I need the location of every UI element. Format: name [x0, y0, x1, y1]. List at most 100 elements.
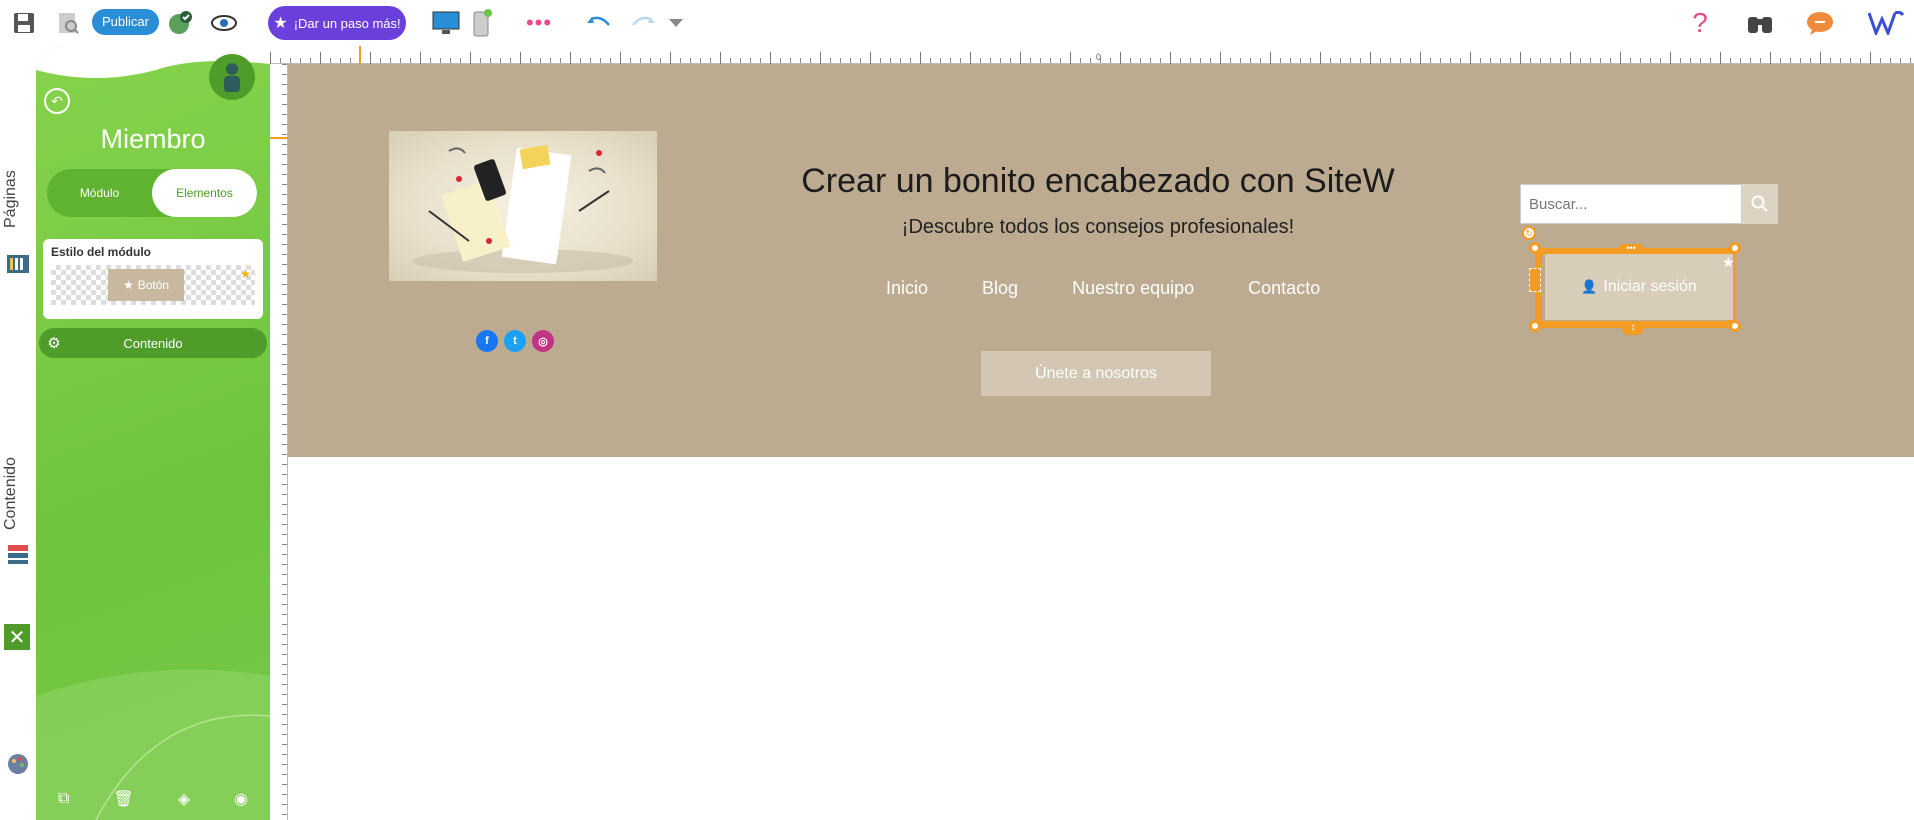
- ruler-tick: [1020, 52, 1021, 64]
- ruler-tick: [1320, 52, 1321, 64]
- ruler-tick: [1270, 52, 1271, 64]
- tab-elements[interactable]: Elementos: [152, 169, 257, 217]
- tab-content[interactable]: Contenido: [2, 457, 20, 530]
- member-module-panel: ↶ Miembro Módulo Elementos Estilo del mó…: [36, 46, 270, 820]
- ruler-tick: [1670, 52, 1671, 64]
- resize-handle-br[interactable]: [1729, 320, 1741, 332]
- tab-module[interactable]: Módulo: [47, 169, 152, 217]
- style-preview-button: ★ Botón: [108, 269, 184, 301]
- ruler-tick: [670, 52, 671, 64]
- nav-item-blog[interactable]: Blog: [982, 278, 1018, 299]
- join-us-button[interactable]: Únete a nosotros: [981, 351, 1211, 396]
- help-icon[interactable]: ?: [1686, 7, 1714, 38]
- ruler-tick: [470, 52, 471, 64]
- resize-handle-bl[interactable]: [1529, 320, 1541, 332]
- upgrade-label: ¡Dar un paso más!: [293, 15, 401, 31]
- tab-pages[interactable]: Páginas: [2, 170, 20, 228]
- favorite-star-icon[interactable]: ★: [240, 267, 251, 281]
- desktop-view-icon[interactable]: [432, 9, 460, 37]
- ruler-tick: [970, 52, 971, 64]
- star-icon: ★: [273, 15, 288, 32]
- duplicate-icon[interactable]: ⧉: [58, 790, 69, 808]
- redo-icon[interactable]: [630, 9, 658, 37]
- hero-title[interactable]: Crear un bonito encabezado con SiteW: [748, 162, 1448, 201]
- star-icon: ★: [122, 278, 134, 292]
- content-settings-row[interactable]: ⚙ Contenido: [39, 328, 267, 358]
- more-icon[interactable]: •••: [522, 9, 556, 37]
- module-style-card[interactable]: Estilo del módulo ★ Botón ★: [43, 239, 263, 319]
- ruler-tick: [920, 52, 921, 64]
- preview-page-icon[interactable]: [54, 9, 82, 37]
- close-panel-icon[interactable]: ✕: [4, 624, 30, 650]
- ruler-marker: [359, 46, 361, 64]
- gear-icon: ⚙: [47, 335, 61, 352]
- resize-handle-tr[interactable]: [1729, 242, 1741, 254]
- ruler-zero-label: 0: [1096, 52, 1102, 62]
- ruler-tick: [820, 52, 821, 64]
- panel-footer: ⧉ 🗑 ◈ ◉: [36, 778, 270, 820]
- move-handle-icon[interactable]: [1529, 268, 1541, 292]
- nav-item-nuestro-equipo[interactable]: Nuestro equipo: [1072, 278, 1194, 299]
- page-canvas[interactable]: Crear un bonito encabezado con SiteW ¡De…: [288, 64, 1914, 820]
- panel-segment-control: Módulo Elementos: [47, 169, 257, 217]
- save-icon[interactable]: [10, 9, 38, 37]
- favorite-handle-icon[interactable]: ★: [1722, 254, 1735, 271]
- mobile-view-icon[interactable]: [468, 9, 496, 37]
- publish-button[interactable]: Publicar: [92, 9, 159, 35]
- top-toolbar: Publicar ★ ¡Dar un paso más! ••• ?: [0, 0, 1914, 46]
- content-icon[interactable]: [6, 542, 30, 566]
- ruler-tick: [520, 52, 521, 64]
- vertical-ruler-marker: [270, 137, 288, 139]
- search-input[interactable]: Buscar...: [1520, 184, 1742, 224]
- instagram-icon[interactable]: ◎: [532, 330, 554, 352]
- resize-handle-tl[interactable]: [1529, 242, 1541, 254]
- layers-icon[interactable]: ◈: [178, 789, 190, 809]
- chat-icon[interactable]: [1806, 9, 1834, 37]
- nav-item-contacto[interactable]: Contacto: [1248, 278, 1320, 299]
- ruler-tick: [1820, 52, 1821, 64]
- history-dropdown-icon[interactable]: [666, 9, 686, 37]
- sitew-logo-icon[interactable]: [1868, 9, 1904, 37]
- tab-design[interactable]: Diseño: [2, 676, 20, 726]
- options-handle-icon[interactable]: •••: [1618, 244, 1644, 254]
- globe-check-icon[interactable]: [166, 9, 194, 37]
- user-icon: 👤: [1581, 279, 1598, 294]
- ruler-tick: [720, 52, 721, 64]
- style-button-label: Botón: [137, 278, 170, 292]
- header-image[interactable]: [389, 131, 657, 281]
- main-navigation: Inicio Blog Nuestro equipo Contacto: [886, 278, 1320, 299]
- ruler-tick: [1770, 52, 1771, 64]
- rotate-handle-icon[interactable]: ↻: [1522, 226, 1536, 240]
- ruler-tick: [1070, 52, 1071, 64]
- trash-icon[interactable]: 🗑: [113, 789, 133, 809]
- back-icon[interactable]: ↶: [44, 88, 70, 114]
- undo-icon[interactable]: [584, 9, 612, 37]
- ruler-tick: [1520, 52, 1521, 64]
- visibility-icon[interactable]: ◉: [234, 789, 248, 809]
- pages-icon[interactable]: [6, 251, 30, 275]
- style-preview[interactable]: ★ Botón ★: [51, 265, 255, 305]
- nav-item-inicio[interactable]: Inicio: [886, 278, 928, 299]
- facebook-icon[interactable]: f: [476, 330, 498, 352]
- upgrade-button[interactable]: ★ ¡Dar un paso más!: [268, 6, 406, 40]
- eye-icon[interactable]: [210, 9, 238, 37]
- horizontal-ruler: [270, 46, 1914, 64]
- login-button[interactable]: 👤 Iniciar sesión: [1545, 254, 1733, 320]
- hero-subtitle[interactable]: ¡Descubre todos los consejos profesional…: [748, 216, 1448, 239]
- header-section[interactable]: Crear un bonito encabezado con SiteW ¡De…: [288, 64, 1914, 457]
- ruler-tick: [1720, 52, 1721, 64]
- ruler-tick: [370, 52, 371, 64]
- ruler-tick: [1220, 52, 1221, 64]
- ruler-tick: [1870, 52, 1871, 64]
- social-links: f t ◎: [476, 330, 554, 352]
- binoculars-icon[interactable]: [1746, 9, 1774, 37]
- height-handle-icon[interactable]: ↕: [1622, 321, 1644, 335]
- twitter-icon[interactable]: t: [504, 330, 526, 352]
- ruler-tick: [620, 52, 621, 64]
- login-button-label: Iniciar sesión: [1603, 278, 1697, 295]
- ruler-tick: [1420, 52, 1421, 64]
- palette-icon[interactable]: [6, 752, 30, 776]
- ruler-tick: [870, 52, 871, 64]
- ruler-tick: [1620, 52, 1621, 64]
- search-button[interactable]: [1742, 184, 1778, 224]
